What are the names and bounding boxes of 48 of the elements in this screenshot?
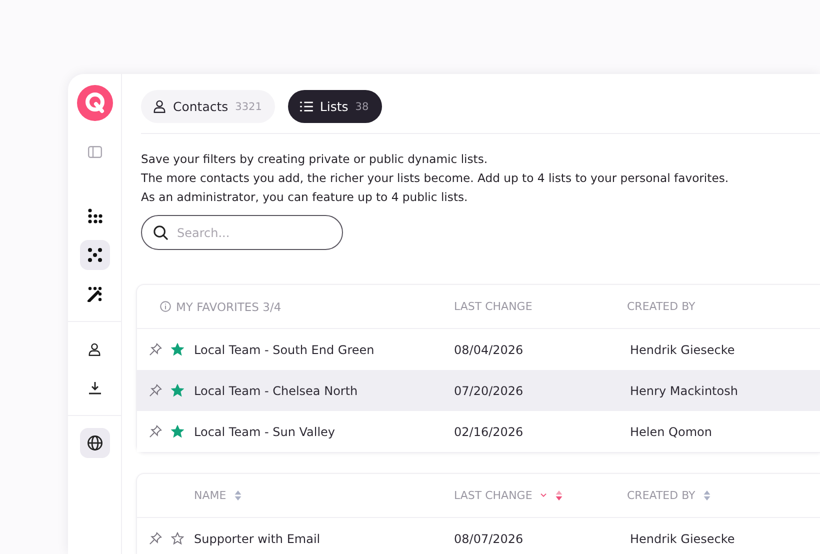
column-header: LAST CHANGE bbox=[454, 300, 532, 313]
date-text: 02/16/2026 bbox=[454, 424, 524, 438]
search-field[interactable]: Search... bbox=[141, 215, 343, 250]
creator-name: Hendrik Giesecke bbox=[630, 532, 735, 546]
creator-name: Helen Qomon bbox=[630, 424, 712, 438]
creator-name: Henry Mackintosh bbox=[630, 384, 738, 398]
pin-icon[interactable] bbox=[149, 425, 162, 438]
globe-icon bbox=[86, 435, 102, 451]
table-row[interactable]: Local Team - Chelsea North 07/20/2026 Henry Mackintosh bbox=[137, 370, 820, 411]
column-header: MY FAVORITES 3/4 bbox=[137, 300, 454, 314]
list-name[interactable]: Local Team - South End Green bbox=[194, 342, 374, 356]
dots-cross-icon bbox=[86, 247, 102, 263]
download-icon bbox=[88, 381, 102, 395]
chevron-down-icon bbox=[540, 493, 548, 498]
table-row[interactable]: Local Team - South End Green 08/04/2026 Hendrik Giesecke bbox=[137, 329, 820, 370]
pin-icon[interactable] bbox=[149, 532, 162, 545]
creator-name: Hendrik Giesecke bbox=[630, 342, 735, 356]
list-name[interactable]: Local Team - Sun Valley bbox=[194, 424, 336, 438]
date-text: 07/20/2026 bbox=[454, 384, 524, 398]
search-icon bbox=[153, 225, 168, 240]
star-icon[interactable] bbox=[171, 343, 184, 356]
person-icon bbox=[153, 100, 166, 113]
star-icon[interactable] bbox=[171, 384, 184, 397]
table-row[interactable]: Local Team - Sun Valley 02/16/2026 Helen Qomon bbox=[137, 411, 820, 452]
column-header: CREATED BY bbox=[627, 300, 696, 313]
pin-icon[interactable] bbox=[149, 343, 162, 356]
pin-icon[interactable] bbox=[149, 384, 162, 397]
date-text: 08/04/2026 bbox=[454, 342, 524, 356]
wand-icon bbox=[86, 286, 102, 302]
sidebar-item[interactable] bbox=[80, 240, 110, 270]
info-icon bbox=[160, 301, 171, 312]
list-name[interactable]: Supporter with Email bbox=[194, 532, 320, 546]
person-icon bbox=[88, 342, 101, 356]
sidebar-toggle-icon[interactable] bbox=[88, 146, 102, 158]
sidebar-item[interactable] bbox=[80, 428, 110, 458]
table-row[interactable]: Supporter with Email 08/07/2026 Hendrik Giesecke bbox=[137, 518, 820, 554]
tab[interactable]: Contacts 3321 bbox=[141, 90, 275, 123]
star-icon[interactable] bbox=[171, 532, 184, 545]
tab[interactable]: Lists 38 bbox=[288, 90, 382, 123]
intro-text: As an administrator, you can feature up to 4 public lists. bbox=[141, 189, 469, 206]
star-icon[interactable] bbox=[171, 425, 184, 438]
dots-grid-icon bbox=[86, 208, 102, 224]
date-text: 08/07/2026 bbox=[454, 532, 524, 546]
logo-icon[interactable] bbox=[76, 85, 112, 121]
list-icon bbox=[300, 101, 313, 112]
list-name[interactable]: Local Team - Chelsea North bbox=[194, 384, 358, 398]
intro-text: Save your filters by creating private or public dynamic lists. bbox=[141, 151, 489, 168]
intro-text: The more contacts you add, the richer your lists become. Add up to 4 lists to your personal favorites. bbox=[141, 170, 730, 187]
